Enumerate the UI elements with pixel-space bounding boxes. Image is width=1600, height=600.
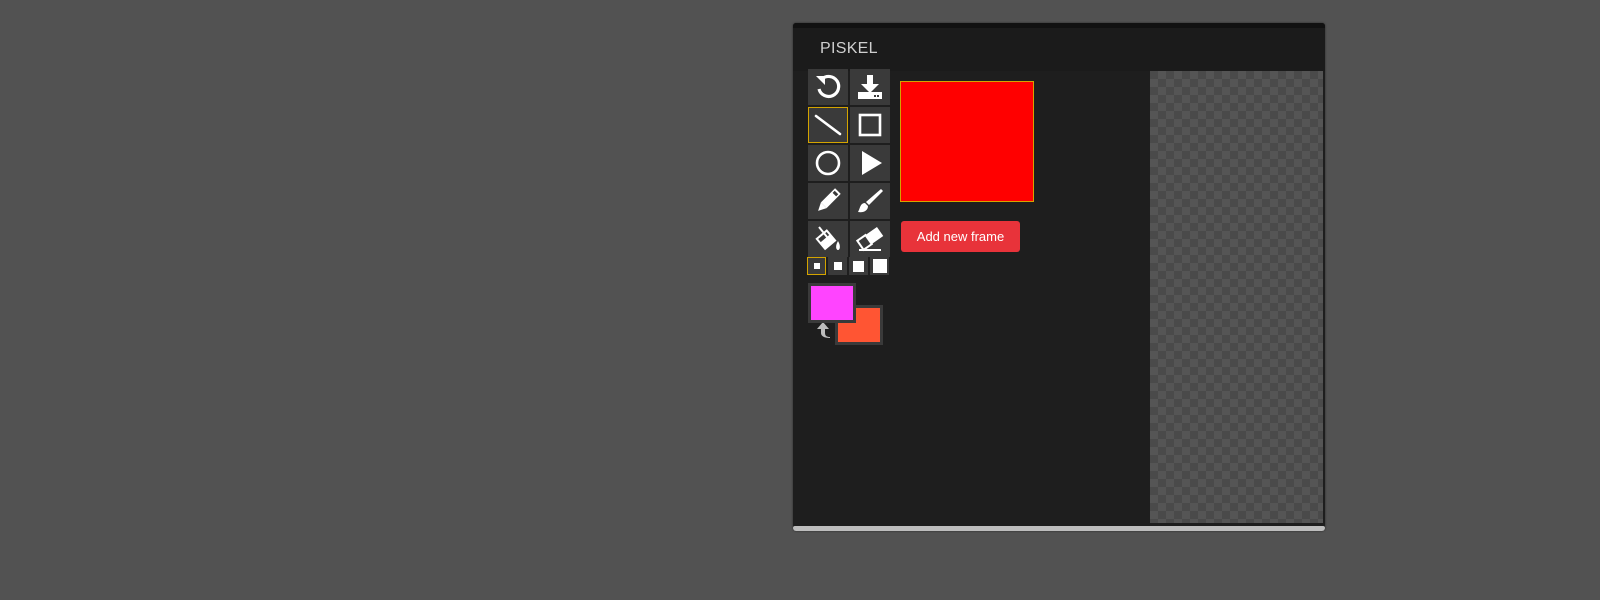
pen-size-4[interactable] — [870, 257, 889, 275]
export-button[interactable] — [850, 69, 890, 105]
swap-colors-icon[interactable] — [815, 321, 831, 339]
app-title: PISKEL — [820, 40, 878, 57]
brush-icon — [858, 189, 883, 213]
play-icon — [862, 151, 882, 175]
circle-tool[interactable] — [808, 145, 848, 181]
line-icon — [814, 114, 842, 136]
rectangle-tool[interactable] — [850, 107, 890, 143]
pen-size-dot — [833, 262, 842, 270]
eraser-icon — [855, 227, 884, 252]
add-new-frame-button[interactable]: Add new frame — [901, 221, 1020, 252]
horizontal-scrollbar[interactable] — [793, 526, 1325, 531]
pen-size-3[interactable] — [849, 257, 868, 275]
pen-size-dot — [853, 260, 864, 272]
download-icon — [858, 75, 882, 99]
undo-button[interactable] — [808, 69, 848, 105]
brush-tool[interactable] — [850, 183, 890, 219]
eraser-tool[interactable] — [850, 221, 890, 257]
pen-size-dot — [813, 263, 820, 269]
piskel-window: PISKEL Add new frame — [793, 23, 1325, 531]
pen-size-2[interactable] — [828, 257, 847, 275]
paint-bucket-icon — [815, 226, 840, 251]
primary-color-swatch[interactable] — [808, 283, 856, 323]
line-tool[interactable] — [808, 107, 848, 143]
undo-icon — [816, 74, 841, 99]
pencil-tool[interactable] — [808, 183, 848, 219]
frame-thumbnail[interactable] — [900, 81, 1034, 202]
pen-size-dot — [872, 259, 887, 273]
pen-size-1[interactable] — [807, 257, 826, 275]
drawing-canvas[interactable] — [1150, 71, 1323, 523]
app-header: PISKEL — [793, 23, 1325, 71]
circle-icon — [815, 150, 841, 176]
play-button[interactable] — [850, 145, 890, 181]
pencil-icon — [818, 188, 841, 211]
paint-bucket-tool[interactable] — [808, 221, 848, 257]
square-icon — [858, 113, 882, 137]
